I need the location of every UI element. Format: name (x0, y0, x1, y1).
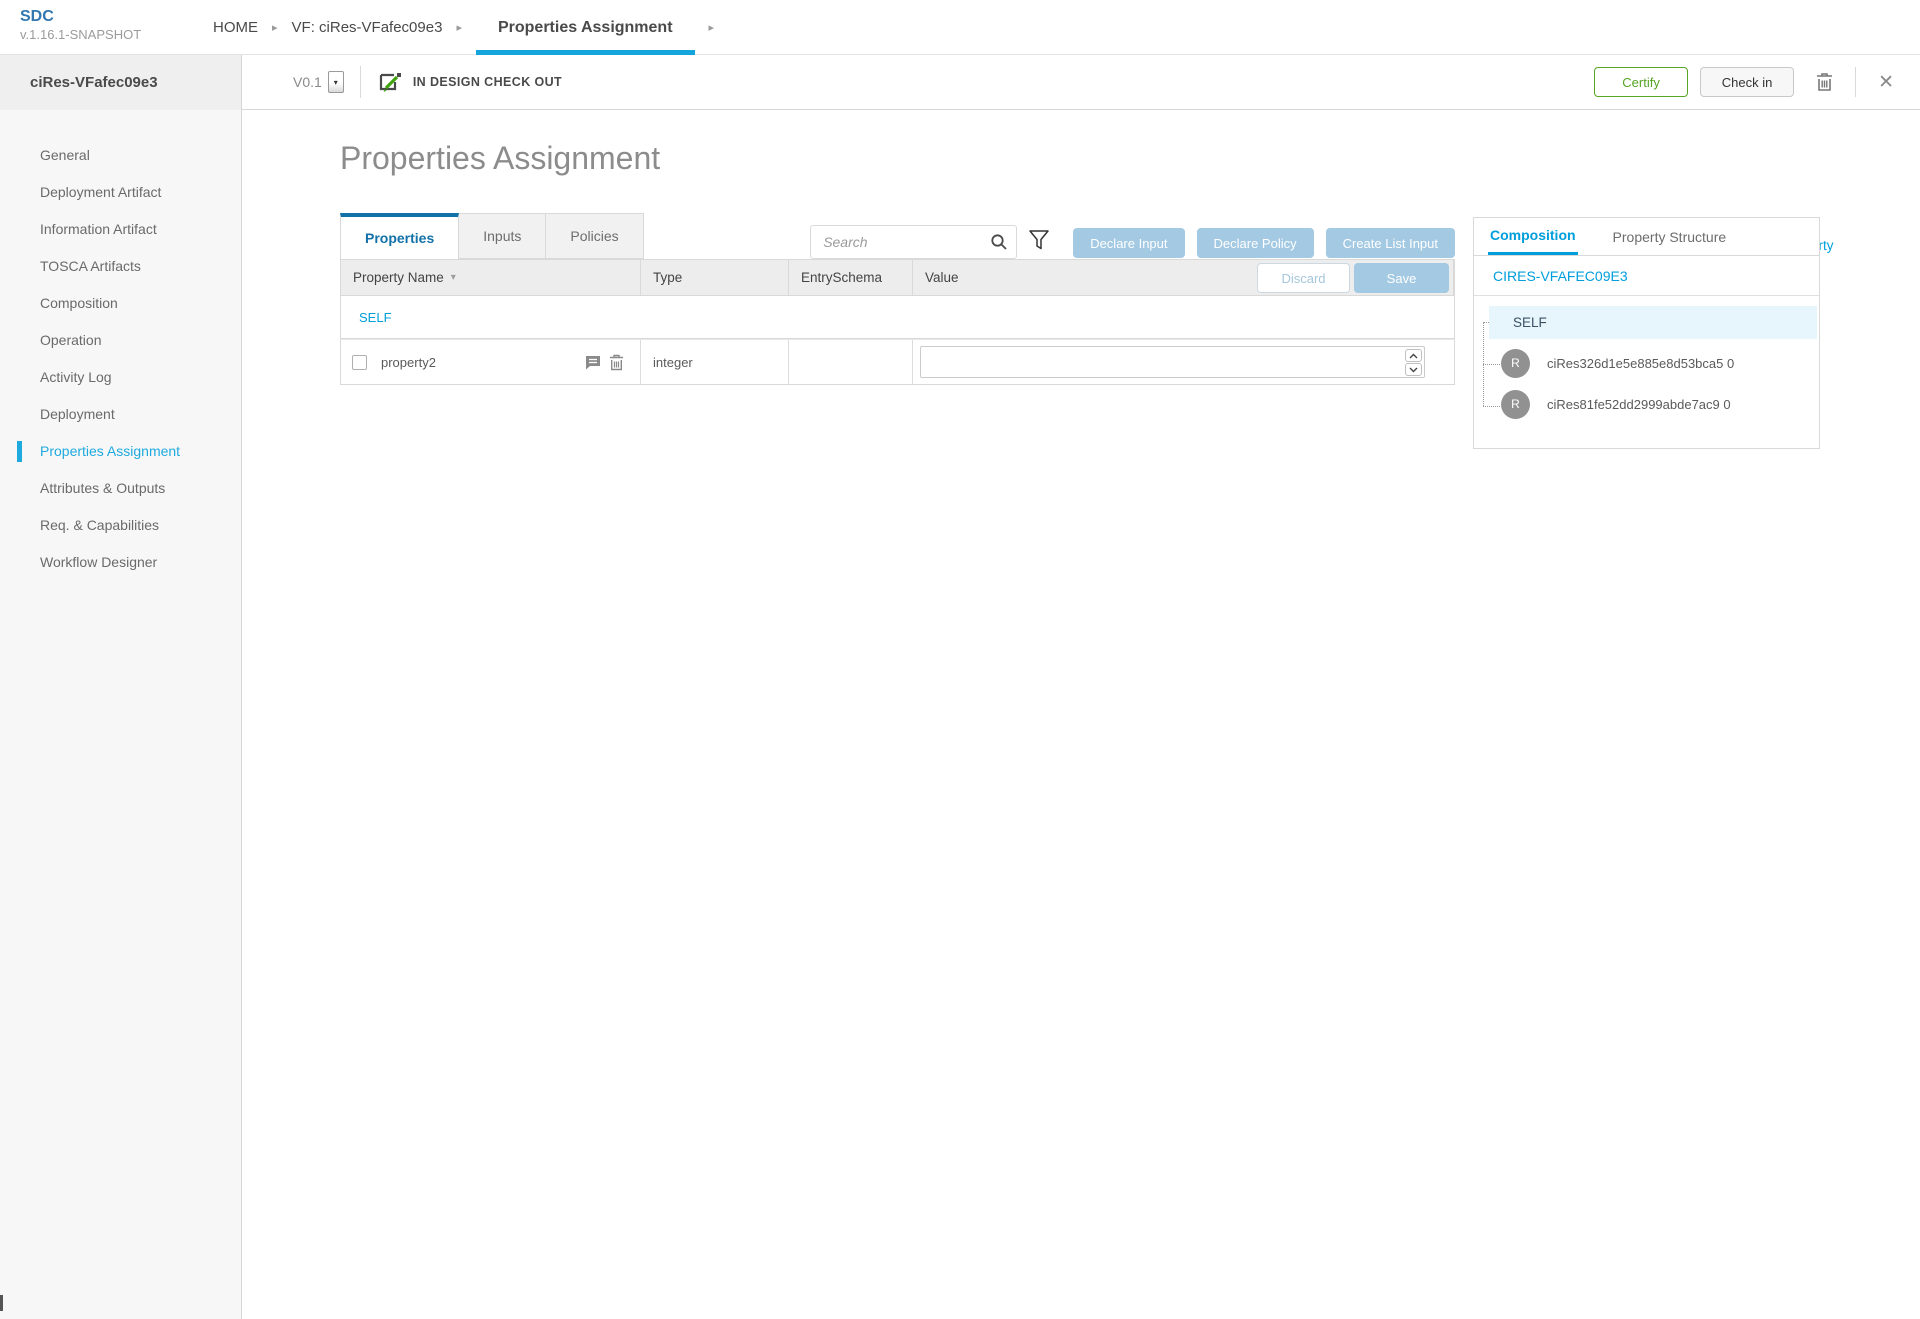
checkout-status: IN DESIGN CHECK OUT (377, 70, 562, 94)
version-dropdown[interactable]: ▾ (327, 71, 344, 93)
resource-avatar: R (1501, 389, 1530, 419)
check-in-button[interactable]: Check in (1700, 67, 1795, 97)
toolbar-divider (359, 66, 361, 98)
search-icon[interactable] (990, 233, 1008, 251)
tab-property-structure[interactable]: Property Structure (1611, 218, 1729, 255)
breadcrumb: HOME ▸ VF: ciRes-VFafec09e3 ▸ Properties… (213, 0, 728, 55)
row-icons (577, 354, 624, 371)
app-logo: SDC v.1.16.1-SNAPSHOT (20, 7, 141, 43)
sidebar-item-composition[interactable]: Composition (0, 285, 241, 322)
property-type-cell: integer (641, 340, 789, 384)
sidebar-item-properties-assignment[interactable]: Properties Assignment (0, 433, 241, 470)
sort-arrow-icon: ▾ (450, 272, 456, 283)
panel-tabs: Composition Property Structure (1474, 218, 1819, 256)
sidebar-item-deployment-artifact[interactable]: Deployment Artifact (0, 174, 241, 211)
value-input[interactable] (920, 346, 1425, 378)
component-title: ciRes-VFafec09e3 (0, 55, 241, 110)
resource-avatar: R (1501, 348, 1530, 378)
corner-nub (0, 1295, 3, 1311)
save-button[interactable]: Save (1354, 263, 1449, 293)
breadcrumb-properties-assignment[interactable]: Properties Assignment (498, 19, 673, 37)
page-title: Properties Assignment (340, 140, 661, 176)
column-header-property-name[interactable]: Property Name ▾ (341, 260, 641, 295)
sidebar-item-req-capabilities[interactable]: Req. & Capabilities (0, 507, 241, 544)
tab-policies[interactable]: Policies (546, 213, 644, 259)
top-header: SDC v.1.16.1-SNAPSHOT HOME ▸ VF: ciRes-V… (0, 0, 1920, 55)
breadcrumb-home[interactable]: HOME (213, 19, 258, 36)
delete-property-icon[interactable] (609, 354, 624, 371)
resource-label: ciRes81fe52dd2999abde7ac9 0 (1547, 396, 1731, 412)
search-box (810, 225, 1018, 259)
search-input[interactable] (810, 225, 1018, 259)
sidebar-item-information-artifact[interactable]: Information Artifact (0, 211, 241, 248)
declare-policy-button[interactable]: Declare Policy (1196, 228, 1314, 258)
resource-label: ciRes326d1e5e885e8d53bca5 0 (1547, 355, 1735, 371)
sidebar-item-workflow-designer[interactable]: Workflow Designer (0, 544, 241, 581)
certify-button[interactable]: Certify (1594, 67, 1689, 97)
create-list-input-button[interactable]: Create List Input (1325, 228, 1455, 258)
value-input-wrap (920, 346, 1425, 378)
discard-button[interactable]: Discard (1257, 263, 1350, 293)
table-row: property2 integer (340, 339, 1455, 385)
logo-text: SDC (20, 8, 54, 25)
number-stepper (1405, 349, 1422, 376)
component-toolbar: V0.1 ▾ IN DESIGN CHECK OUT Certify Check… (242, 55, 1920, 110)
sidebar-item-deployment[interactable]: Deployment (0, 396, 241, 433)
component-name-link[interactable]: CIRES-VFAFEC09E3 (1474, 256, 1819, 296)
sidebar-item-general[interactable]: General (0, 137, 241, 174)
tree-item-resource[interactable]: R ciRes81fe52dd2999abde7ac9 0 (1489, 384, 1819, 424)
property-tabs: Properties Inputs Policies (340, 213, 644, 259)
table-actions: Discard Save (1257, 263, 1449, 293)
version-label: V0.1 (293, 74, 322, 90)
sidebar-item-activity-log[interactable]: Activity Log (0, 359, 241, 396)
tree-item-self[interactable]: SELF (1489, 306, 1817, 339)
lifecycle-status-label: IN DESIGN CHECK OUT (412, 75, 563, 89)
sdc-app: SDC v.1.16.1-SNAPSHOT HOME ▸ VF: ciRes-V… (0, 0, 1920, 1319)
sidebar-item-operation[interactable]: Operation (0, 322, 241, 359)
breadcrumb-arrow-icon: ▸ (708, 22, 715, 34)
close-icon[interactable]: ✕ (1878, 71, 1894, 94)
toolbar-divider (1855, 67, 1857, 97)
sidebar-item-label: Properties Assignment (40, 443, 181, 459)
column-label: Property Name (353, 270, 444, 285)
properties-assignment-view: + Add Property Properties Inputs Policie… (340, 213, 1834, 449)
sidebar: ciRes-VFafec09e3 General Deployment Arti… (0, 55, 242, 1319)
tab-composition[interactable]: Composition (1488, 218, 1578, 255)
app-version: v.1.16.1-SNAPSHOT (20, 27, 142, 42)
declare-input-button[interactable]: Declare Input (1073, 228, 1185, 258)
properties-table: Property Name ▾ Type EntrySchema Value D… (340, 259, 1455, 385)
breadcrumb-arrow-icon: ▸ (272, 22, 278, 34)
increment-icon[interactable] (1405, 349, 1422, 362)
comment-icon[interactable] (585, 355, 601, 370)
property-name: property2 (381, 354, 436, 370)
controls-row: Properties Inputs Policies Search Declar… (340, 213, 1455, 259)
decrement-icon[interactable] (1405, 363, 1422, 376)
composition-panel: Composition Property Structure CIRES-VFA… (1473, 217, 1820, 449)
composition-tree: SELF R ciRes326d1e5e885e8d53bca5 0 R ciR… (1474, 296, 1819, 448)
toolbar-left: V0.1 ▾ IN DESIGN CHECK OUT (293, 66, 562, 98)
breadcrumb-active-wrap: Properties Assignment (475, 0, 695, 55)
self-group-row[interactable]: SELF (340, 296, 1455, 339)
column-header-entryschema: EntrySchema (789, 260, 913, 295)
property-entryschema-cell (789, 340, 913, 384)
tab-properties[interactable]: Properties (340, 213, 460, 259)
tab-inputs[interactable]: Inputs (459, 213, 547, 259)
property-value-cell (913, 340, 1454, 384)
checkout-pencil-icon (379, 73, 401, 92)
sidebar-item-attributes-outputs[interactable]: Attributes & Outputs (0, 470, 241, 507)
sidebar-item-tosca-artifacts[interactable]: TOSCA Artifacts (0, 248, 241, 285)
toolbar-right: Certify Check in ✕ (1594, 67, 1894, 97)
delete-component-trash-icon[interactable] (1816, 72, 1833, 92)
sidebar-menu: General Deployment Artifact Information … (0, 110, 241, 581)
property-name-cell: property2 (341, 340, 641, 384)
filter-icon[interactable] (1028, 229, 1050, 253)
main-content: Properties Assignment + Add Property Pro… (242, 110, 1920, 1319)
active-indicator (17, 441, 22, 462)
column-header-type: Type (641, 260, 789, 295)
breadcrumb-vf[interactable]: VF: ciRes-VFafec09e3 (292, 19, 443, 36)
table-header: Property Name ▾ Type EntrySchema Value D… (340, 259, 1455, 296)
row-checkbox[interactable] (352, 354, 367, 370)
tree-item-resource[interactable]: R ciRes326d1e5e885e8d53bca5 0 (1489, 343, 1819, 383)
breadcrumb-arrow-icon: ▸ (456, 22, 462, 34)
